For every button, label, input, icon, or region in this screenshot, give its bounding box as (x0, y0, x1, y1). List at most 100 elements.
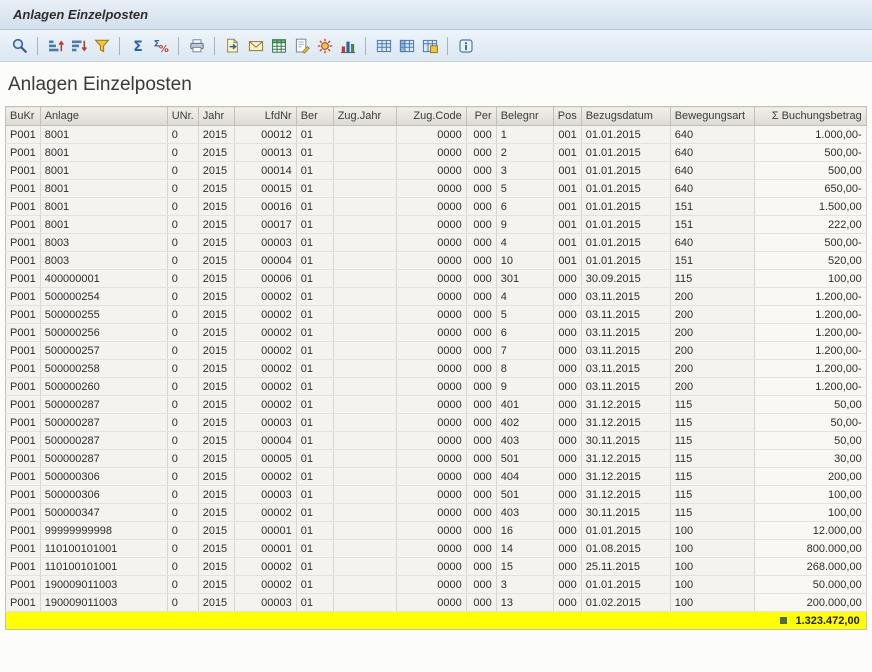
table-cell[interactable]: 30.09.2015 (581, 270, 670, 288)
table-cell[interactable]: 0000 (396, 360, 466, 378)
table-cell[interactable]: 1.200,00- (754, 288, 866, 306)
table-cell[interactable]: 03.11.2015 (581, 324, 670, 342)
table-cell[interactable]: 403 (496, 432, 553, 450)
table-cell[interactable]: 00014 (234, 162, 296, 180)
table-cell[interactable]: 8 (496, 360, 553, 378)
table-cell[interactable]: 1.200,00- (754, 360, 866, 378)
table-cell[interactable] (333, 522, 396, 540)
table-cell[interactable]: 115 (670, 432, 754, 450)
table-cell[interactable]: 500000260 (40, 378, 167, 396)
table-cell[interactable]: 000 (553, 522, 581, 540)
table-cell[interactable]: 650,00- (754, 180, 866, 198)
table-cell[interactable]: 151 (670, 252, 754, 270)
table-cell[interactable] (333, 198, 396, 216)
table-cell[interactable]: 00015 (234, 180, 296, 198)
table-cell[interactable]: 0000 (396, 432, 466, 450)
table-cell[interactable]: 01 (296, 522, 333, 540)
table-cell[interactable]: P001 (6, 396, 41, 414)
table-cell[interactable]: 01 (296, 324, 333, 342)
table-cell[interactable]: 000 (466, 594, 496, 612)
column-header-zug-jahr[interactable]: Zug.Jahr (333, 107, 396, 126)
table-cell[interactable]: 00002 (234, 378, 296, 396)
table-cell[interactable]: 00004 (234, 432, 296, 450)
table-cell[interactable]: 01 (296, 558, 333, 576)
table-cell[interactable]: P001 (6, 522, 41, 540)
table-cell[interactable]: 03.11.2015 (581, 288, 670, 306)
table-cell[interactable]: 2015 (198, 468, 234, 486)
table-cell[interactable]: 000 (466, 396, 496, 414)
table-cell[interactable] (333, 144, 396, 162)
table-cell[interactable]: 0000 (396, 414, 466, 432)
table-cell[interactable]: 200 (670, 288, 754, 306)
table-cell[interactable]: 0 (167, 198, 198, 216)
table-cell[interactable]: 0 (167, 144, 198, 162)
table-cell[interactable]: 000 (553, 324, 581, 342)
table-cell[interactable]: 03.11.2015 (581, 378, 670, 396)
table-cell[interactable]: 100 (670, 558, 754, 576)
table-cell[interactable]: 400000001 (40, 270, 167, 288)
table-cell[interactable]: 0000 (396, 252, 466, 270)
table-cell[interactable]: 00002 (234, 324, 296, 342)
subtotal-icon[interactable]: Σ% (149, 34, 172, 57)
table-cell[interactable]: 200 (670, 324, 754, 342)
table-cell[interactable]: 0 (167, 324, 198, 342)
table-cell[interactable] (333, 306, 396, 324)
table-cell[interactable]: 404 (496, 468, 553, 486)
table-cell[interactable]: 0 (167, 558, 198, 576)
table-cell[interactable] (333, 558, 396, 576)
table-cell[interactable]: 000 (466, 234, 496, 252)
table-cell[interactable]: 01.01.2015 (581, 162, 670, 180)
table-cell[interactable]: 01 (296, 162, 333, 180)
table-cell[interactable]: P001 (6, 198, 41, 216)
table-cell[interactable]: 000 (466, 522, 496, 540)
table-cell[interactable]: 12.000,00 (754, 522, 866, 540)
table-cell[interactable]: 2015 (198, 504, 234, 522)
table-cell[interactable]: 100 (670, 576, 754, 594)
table-cell[interactable]: 000 (466, 414, 496, 432)
table-cell[interactable]: 00002 (234, 504, 296, 522)
table-cell[interactable]: 0000 (396, 576, 466, 594)
table-cell[interactable]: 000 (466, 504, 496, 522)
table-cell[interactable]: 115 (670, 450, 754, 468)
table-cell[interactable]: 00001 (234, 540, 296, 558)
table-cell[interactable]: 000 (553, 450, 581, 468)
table-cell[interactable]: P001 (6, 180, 41, 198)
table-cell[interactable]: 0000 (396, 558, 466, 576)
table-cell[interactable]: P001 (6, 144, 41, 162)
table-row[interactable]: P001500000287020150000401000000040300030… (6, 432, 867, 450)
sort-ascending-icon[interactable] (44, 34, 67, 57)
table-cell[interactable]: 000 (466, 306, 496, 324)
table-cell[interactable]: 000 (466, 162, 496, 180)
table-cell[interactable]: 0000 (396, 270, 466, 288)
table-cell[interactable]: 000 (466, 540, 496, 558)
local-file-icon[interactable] (221, 34, 244, 57)
table-cell[interactable]: 000 (553, 558, 581, 576)
table-cell[interactable]: 2015 (198, 180, 234, 198)
table-cell[interactable]: 000 (553, 486, 581, 504)
table-cell[interactable]: 5 (496, 306, 553, 324)
table-cell[interactable]: 000 (466, 288, 496, 306)
table-cell[interactable]: 50,00 (754, 396, 866, 414)
table-cell[interactable]: 01.01.2015 (581, 144, 670, 162)
table-cell[interactable]: P001 (6, 270, 41, 288)
table-cell[interactable]: 0 (167, 576, 198, 594)
table-cell[interactable]: 0 (167, 270, 198, 288)
table-cell[interactable] (333, 450, 396, 468)
table-cell[interactable]: 2015 (198, 252, 234, 270)
table-cell[interactable] (333, 252, 396, 270)
table-cell[interactable]: 01 (296, 216, 333, 234)
table-cell[interactable]: 50,00 (754, 432, 866, 450)
table-cell[interactable]: 0 (167, 180, 198, 198)
table-cell[interactable] (333, 360, 396, 378)
table-cell[interactable]: 115 (670, 486, 754, 504)
table-cell[interactable] (333, 468, 396, 486)
table-cell[interactable]: 2015 (198, 450, 234, 468)
column-header-bewegungsart[interactable]: Bewegungsart (670, 107, 754, 126)
table-cell[interactable]: 13 (496, 594, 553, 612)
table-row[interactable]: P001190009011003020150000301000000013000… (6, 594, 867, 612)
table-cell[interactable]: P001 (6, 360, 41, 378)
table-cell[interactable]: 2015 (198, 360, 234, 378)
table-row[interactable]: P0015000002550201500002010000000500003.1… (6, 306, 867, 324)
table-cell[interactable]: 8003 (40, 252, 167, 270)
column-header-unr[interactable]: UNr. (167, 107, 198, 126)
